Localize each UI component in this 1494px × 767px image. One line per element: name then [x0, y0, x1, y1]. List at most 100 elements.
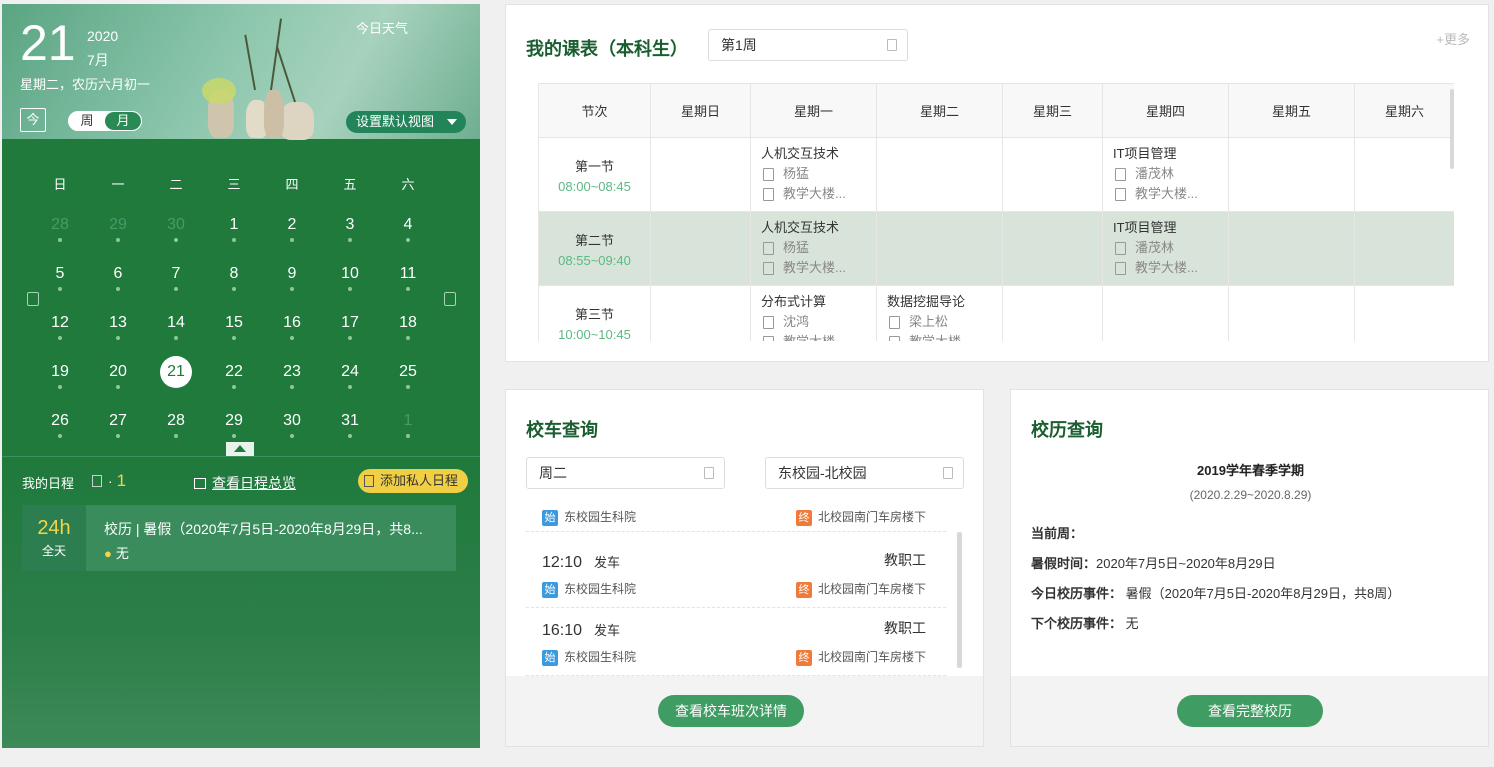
- default-view-dropdown[interactable]: 设置默认视图: [346, 111, 466, 133]
- calendar-day[interactable]: 6: [102, 258, 134, 291]
- current-month: 7月: [87, 52, 109, 68]
- course-cell[interactable]: IT项目管理 潘茂林 教学大楼...: [1102, 211, 1229, 286]
- calendar-day[interactable]: 13: [102, 307, 134, 340]
- calendar-day[interactable]: 14: [160, 307, 192, 340]
- event-dot: [116, 434, 120, 438]
- full-calendar-button[interactable]: 查看完整校历: [1177, 695, 1323, 727]
- calendar-day[interactable]: 30: [276, 405, 308, 438]
- calendar-day[interactable]: 17: [334, 307, 366, 340]
- calendar-day[interactable]: 28: [44, 209, 76, 242]
- calendar-day[interactable]: 3: [334, 209, 366, 242]
- schedule-event-card[interactable]: 24h 全天 校历 | 暑假（2020年7月5日-2020年8月29日，共8..…: [22, 505, 456, 571]
- calendar-day[interactable]: 11: [392, 258, 424, 291]
- timetable-header: 节次: [538, 83, 651, 138]
- calendar-day[interactable]: 24: [334, 356, 366, 389]
- calendar-day[interactable]: 10: [334, 258, 366, 291]
- bus-time: 12:10 发车: [542, 554, 621, 571]
- today-button[interactable]: 今: [20, 108, 46, 132]
- bus-row[interactable]: 16:10 发车 教职工始东校园生科院 终北校园南门车房楼下: [526, 608, 946, 676]
- empty-cell: [1228, 285, 1355, 341]
- start-icon: 始: [542, 649, 558, 666]
- weekday-header: 二: [169, 177, 183, 192]
- course-cell[interactable]: IT项目管理 潘茂林 教学大楼...: [1102, 137, 1229, 212]
- calendar-day[interactable]: 15: [218, 307, 250, 340]
- calendar-day[interactable]: 20: [102, 356, 134, 389]
- current-day: 21: [20, 15, 76, 71]
- start-icon: 始: [542, 509, 558, 526]
- weather-link[interactable]: 今日天气: [356, 18, 408, 37]
- term-range: (2020.2.29~2020.8.29): [1189, 488, 1312, 502]
- calendar-day[interactable]: 5: [44, 258, 76, 291]
- calendar-day[interactable]: 30: [160, 209, 192, 242]
- event-dot: [174, 287, 178, 291]
- bus-from: 始东校园生科院: [542, 508, 636, 526]
- month-view-button[interactable]: 月: [105, 112, 141, 130]
- view-toggle: 周 月: [68, 111, 142, 131]
- timetable-scroll[interactable]: 节次 星期日 星期一 星期二 星期三 星期四 星期五 星期六 第一节 08:00~08:45 人机交…: [538, 83, 1454, 341]
- calendar-day[interactable]: 26: [44, 405, 76, 438]
- period-cell: 第三节 10:00~10:45: [538, 285, 651, 341]
- calendar-day[interactable]: 22: [218, 356, 250, 389]
- bus-row[interactable]: 始东校园生科院 终北校园南门车房楼下: [526, 508, 946, 532]
- overview-icon: [194, 478, 206, 489]
- next-month-icon[interactable]: [444, 292, 456, 306]
- collapse-calendar-icon[interactable]: [226, 442, 254, 456]
- empty-cell: [1102, 285, 1229, 341]
- calendar-day[interactable]: 28: [160, 405, 192, 438]
- calendar-day[interactable]: 12: [44, 307, 76, 340]
- calendar-day-selected[interactable]: 21: [160, 356, 192, 388]
- more-link[interactable]: +更多: [1436, 29, 1470, 48]
- event-dot: [232, 385, 236, 389]
- course-name: 人机交互技术: [761, 220, 840, 235]
- timetable-scrollbar[interactable]: [1450, 89, 1454, 169]
- event-dot: [116, 336, 120, 340]
- event-dot: [232, 336, 236, 340]
- dropdown-icon: [887, 39, 897, 51]
- event-place: ● 无: [104, 546, 129, 561]
- bus-footer: 查看校车班次详情: [506, 676, 983, 746]
- bus-route-select[interactable]: 东校园-北校园: [765, 457, 964, 489]
- today-event-row: 今日校历事件： 暑假（2020年7月5日-2020年8月29日，共8周）: [1031, 586, 1401, 601]
- calendar-day[interactable]: 31: [334, 405, 366, 438]
- calendar-day[interactable]: 18: [392, 307, 424, 340]
- schedule-overview-link[interactable]: 查看日程总览: [194, 473, 296, 493]
- calendar-day[interactable]: 2: [276, 209, 308, 242]
- event-dot: [348, 287, 352, 291]
- calendar-day[interactable]: 29: [218, 405, 250, 438]
- course-cell[interactable]: 人机交互技术 杨猛 教学大楼...: [750, 137, 877, 212]
- calendar-day[interactable]: 8: [218, 258, 250, 291]
- calendar-day[interactable]: 7: [160, 258, 192, 291]
- event-dot: [406, 336, 410, 340]
- calendar-day[interactable]: 4: [392, 209, 424, 242]
- calendar-day[interactable]: 1: [218, 209, 250, 242]
- event-duration: 24h 全天: [22, 505, 86, 571]
- period-cell: 第二节 08:55~09:40: [538, 211, 651, 286]
- bus-row[interactable]: 12:10 发车 教职工始东校园生科院 终北校园南门车房楼下: [526, 540, 946, 608]
- weekday-header: 三: [227, 177, 241, 192]
- calendar-day[interactable]: 19: [44, 356, 76, 389]
- week-select[interactable]: 第1周: [708, 29, 908, 61]
- week-view-button[interactable]: 周: [69, 112, 105, 130]
- prev-month-icon[interactable]: [27, 292, 39, 306]
- calendar-day[interactable]: 29: [102, 209, 134, 242]
- course-name: 分布式计算: [761, 294, 827, 309]
- course-cell[interactable]: 人机交互技术 杨猛 教学大楼...: [750, 211, 877, 286]
- course-cell[interactable]: 数据挖掘导论梁上松教学大楼...: [876, 285, 1003, 341]
- bus-type: 教职工: [884, 620, 926, 636]
- calendar-day[interactable]: 25: [392, 356, 424, 389]
- bus-day-select[interactable]: 周二: [526, 457, 725, 489]
- course-cell[interactable]: 分布式计算沈鸿教学大楼...: [750, 285, 877, 341]
- calendar-day[interactable]: 16: [276, 307, 308, 340]
- calendar-day[interactable]: 23: [276, 356, 308, 389]
- add-private-schedule-button[interactable]: 添加私人日程: [358, 469, 468, 493]
- event-dot: [232, 287, 236, 291]
- calendar-day[interactable]: 27: [102, 405, 134, 438]
- timetable-row: 第二节 08:55~09:40 人机交互技术 杨猛 教学大楼... IT项目管理 潘茂林 教学…: [538, 211, 1454, 286]
- calendar-day[interactable]: 9: [276, 258, 308, 291]
- event-dot: [174, 434, 178, 438]
- end-icon: 终: [795, 509, 812, 526]
- bus-details-button[interactable]: 查看校车班次详情: [658, 695, 804, 727]
- calendar-day[interactable]: 1: [392, 405, 424, 438]
- empty-cell: [1002, 137, 1103, 212]
- bus-scrollbar[interactable]: [957, 532, 962, 668]
